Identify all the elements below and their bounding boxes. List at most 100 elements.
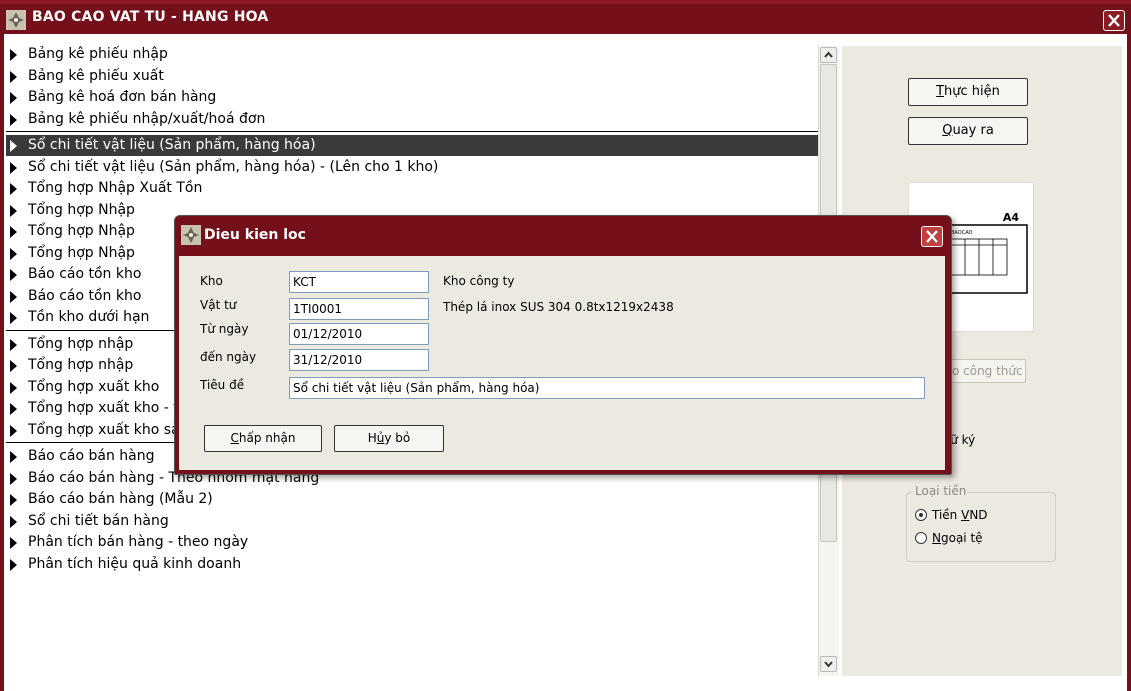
report-list-item[interactable]: Tổng hợp Nhập Xuất Tồn [6,178,818,199]
report-list-item[interactable]: Bảng kê phiếu xuất [6,66,818,87]
report-list-item[interactable]: Bảng kê hoá đơn bán hàng [6,87,818,108]
app-logo-icon [6,10,26,30]
report-list-item-label: Tổng hợp Nhập Xuất Tồn [28,180,203,196]
material-label: Vật tư [200,298,237,312]
triangle-right-icon [10,451,17,463]
report-list-item-label: Sổ chi tiết vật liệu (Sản phẩm, hàng hóa… [28,158,439,175]
report-list-item[interactable]: Bảng kê phiếu nhập [6,44,818,65]
currency-vnd-label-b: ND [969,508,988,522]
warehouse-input[interactable]: KCT [289,271,429,293]
cancel-label-b: y bỏ [384,431,411,445]
report-list-item-label: Báo cáo tồn kho [28,266,142,282]
triangle-right-icon [10,403,17,415]
warehouse-name: Kho công ty [443,274,515,288]
report-list-item-label: Phân tích hiệu quả kinh doanh [28,555,242,572]
cancel-button[interactable]: Hủy bỏ [334,425,444,452]
report-list-item-label: Báo cáo bán hàng [28,448,155,464]
window-title: BAO CAO VAT TU - HANG HOA [32,9,269,25]
report-list-item[interactable]: Sổ chi tiết bán hàng [6,511,818,532]
triangle-right-icon [10,338,17,351]
report-list-item-label: Tổng hợp Nhập [28,244,135,261]
report-list-item-label: Báo cáo tồn kho [28,287,142,304]
currency-foreign-label-b: goại tệ [940,531,983,545]
window-close-button[interactable] [1103,10,1125,31]
triangle-right-icon [10,494,17,506]
to-date-label: đến ngày [200,350,257,364]
from-date-label: Từ ngày [200,322,249,336]
to-date-input[interactable]: 31/12/2010 [289,349,429,371]
accept-hotkey: C [230,431,239,445]
report-list-item-label: Sổ chi tiết vật liệu (Sản phẩm, hàng hóa… [28,137,316,153]
currency-group-title: Loại tiền [913,484,969,498]
triangle-right-icon [10,515,17,528]
currency-foreign-hotkey: N [932,531,941,545]
report-list-item-label: Tổng hợp Nhập [28,201,135,218]
execute-button-hotkey: T [936,84,945,99]
triangle-right-icon [10,161,17,174]
scroll-up-button[interactable] [820,47,837,63]
report-list-item[interactable]: Phân tích hiệu quả kinh doanh [6,554,818,575]
triangle-right-icon [10,558,17,571]
window-title-bar[interactable]: BAO CAO VAT TU - HANG HOA [0,0,1131,34]
triangle-right-icon [10,360,17,372]
triangle-right-icon [10,424,17,437]
exit-button[interactable]: Quay ra [908,117,1028,145]
scroll-down-button[interactable] [820,656,837,672]
accept-label: hấp nhận [238,431,296,445]
radio-unchecked-icon[interactable] [915,532,927,544]
exit-button-hotkey: Q [942,123,953,138]
report-list-item-label: Bảng kê phiếu nhập/xuất/hoá đơn [28,110,266,127]
preview-title: BAOCAO [951,230,973,236]
triangle-right-icon [10,537,17,549]
report-list-item-label: Báo cáo bán hàng (Mẫu 2) [28,491,213,507]
report-list-item[interactable]: Sổ chi tiết vật liệu (Sản phẩm, hàng hóa… [6,157,818,178]
report-list-item[interactable]: Báo cáo bán hàng (Mẫu 2) [6,489,818,510]
from-date-input[interactable]: 01/12/2010 [289,323,429,345]
triangle-right-icon [10,247,17,260]
triangle-right-icon [10,113,17,126]
material-input[interactable]: 1TI0001 [289,298,429,320]
triangle-right-icon [10,70,17,83]
dialog-close-button[interactable] [921,226,943,247]
chevron-down-icon [824,661,833,668]
report-list-item-label: Sổ chi tiết bán hàng [28,512,169,529]
report-list-item-label: Bảng kê phiếu nhập [28,46,168,62]
currency-group: Loại tiền Tiền VND Ngoại tệ [906,484,1056,562]
triangle-right-icon [10,312,17,324]
report-list-item[interactable]: Sổ chi tiết vật liệu (Sản phẩm, hàng hóa… [6,135,818,156]
exit-button-label: uay ra [952,123,994,138]
triangle-right-icon [10,49,17,61]
accept-button[interactable]: Chấp nhận [204,425,322,452]
triangle-right-icon [10,183,17,195]
report-title-input[interactable]: Sổ chi tiết vật liệu (Sản phẩm, hàng hóa… [289,377,925,399]
filter-dialog: Dieu kien loc Kho KCT Kho công ty Vật tư… [174,215,952,475]
list-group-separator [6,131,824,132]
triangle-right-icon [10,92,17,104]
report-list-item-label: Bảng kê phiếu xuất [28,67,164,84]
report-list-item-label: Phân tích bán hàng - theo ngày [28,534,249,550]
warehouse-label: Kho [200,274,223,288]
dialog-body: Kho KCT Kho công ty Vật tư 1TI0001 Thép … [179,256,945,470]
paper-size-label: A4 [1003,211,1020,224]
report-list-item-label: Tổng hợp xuất kho [28,378,160,395]
triangle-right-icon [10,381,17,394]
triangle-right-icon [10,472,17,485]
report-list-item-label: Tổng hợp nhập [28,357,134,373]
chevron-up-icon [824,51,833,58]
triangle-right-icon [10,269,17,281]
currency-vnd-label-a: Tiền [932,508,962,522]
cancel-label-a: H [367,431,377,445]
report-list-item[interactable]: Bảng kê phiếu nhập/xuất/hoá đơn [6,109,818,130]
close-icon [1108,14,1120,27]
execute-button[interactable]: Thực hiện [908,78,1028,106]
triangle-right-icon [10,226,17,238]
report-title-label: Tiêu đề [200,378,245,392]
radio-checked-icon[interactable] [915,509,927,521]
triangle-right-icon [10,290,17,303]
report-list-item-label: Tổng hợp Nhập [28,223,135,239]
report-list-item[interactable]: Phân tích bán hàng - theo ngày [6,532,818,553]
close-icon [926,230,938,243]
report-list-item-label: Tồn kho dưới hạn [28,309,150,325]
report-list-item-label: Bảng kê hoá đơn bán hàng [28,89,217,105]
report-list-item-label: Tổng hợp nhập [28,335,134,352]
